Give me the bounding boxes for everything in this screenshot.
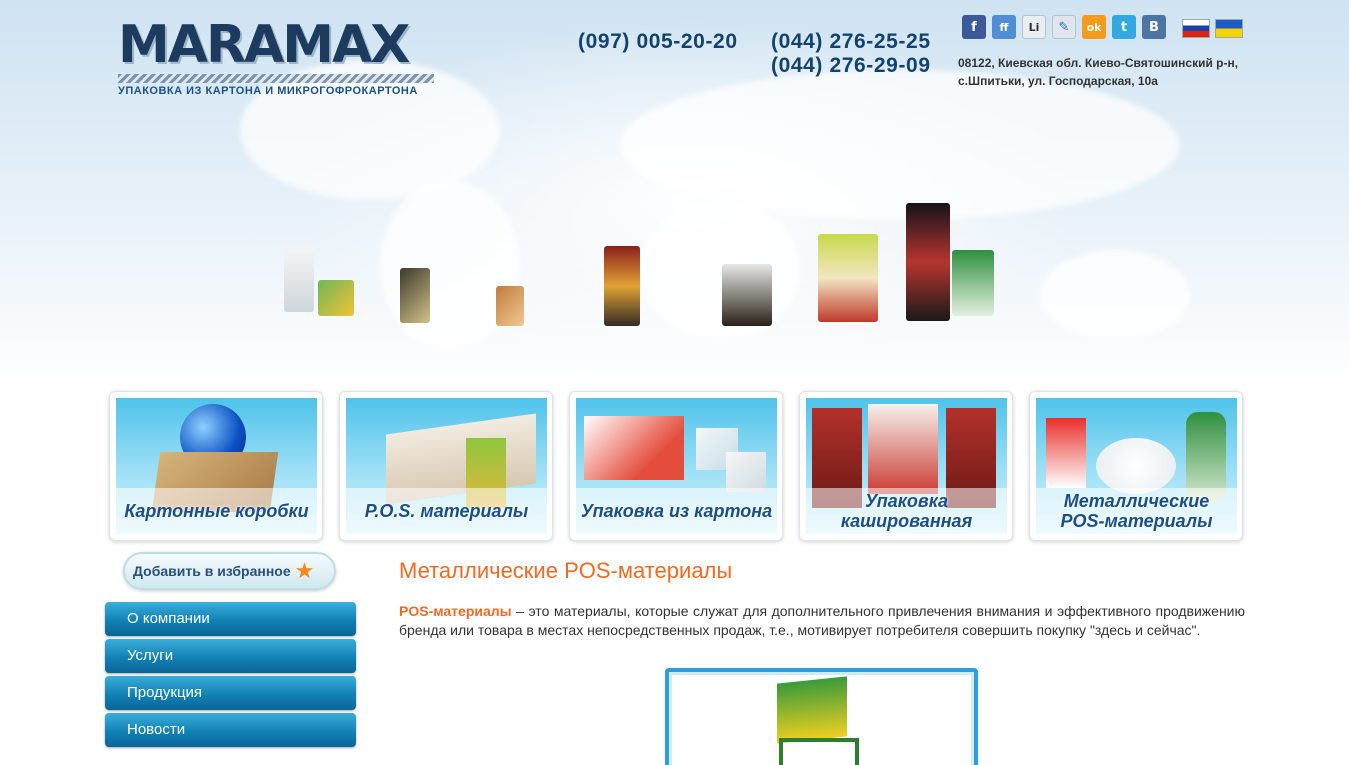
product-stand [779, 738, 859, 765]
livejournal-icon[interactable]: ✎ [1052, 15, 1076, 39]
category-pos-materials[interactable]: P.O.S. материалы [339, 391, 553, 541]
address-line-1: 08122, Киевская обл. Киево-Святошинский … [958, 56, 1239, 70]
odnoklassniki-icon[interactable]: ok [1082, 15, 1106, 39]
logo-wordmark: MARAMAX [118, 15, 410, 75]
friendfeed-icon[interactable]: ff [992, 15, 1016, 39]
phone-2: (044) 276-25-25 [771, 30, 931, 53]
facebook-icon[interactable]: f [962, 15, 986, 39]
address-line-2: с.Шпитьки, ул. Господарская, 10а [958, 74, 1158, 88]
phone-1: (097) 005-20-20 [578, 30, 738, 53]
display-product-3 [400, 268, 430, 323]
social-links: f ff Li ✎ ok t B [962, 15, 1166, 39]
logo-stripe [118, 74, 434, 83]
language-switcher [1182, 19, 1243, 38]
logo-subtitle: УПАКОВКА ИЗ КАРТОНА И МИКРОГОФРОКАРТОНА [118, 85, 418, 97]
sidebar-nav: О компании Услуги Продукция Новости [105, 602, 356, 750]
company-address: 08122, Киевская обл. Киево-Святошинский … [958, 54, 1238, 90]
intro-paragraph: POS-материалы – это материалы, которые с… [399, 602, 1245, 640]
category-image: Упаковка из картона [576, 398, 777, 534]
category-label: Картонные коробки [116, 488, 317, 534]
category-label: Металлические POS-материалы [1036, 488, 1237, 534]
display-product-2 [318, 280, 354, 316]
category-metal-pos-materials[interactable]: Металлические POS-материалы [1029, 391, 1243, 541]
display-product-1 [284, 250, 314, 312]
category-image: Упаковка кашированная [806, 398, 1007, 534]
display-product-9 [952, 250, 994, 316]
category-image: Металлические POS-материалы [1036, 398, 1237, 534]
phone-3: (044) 276-29-09 [771, 54, 931, 77]
category-label: Упаковка кашированная [806, 488, 1007, 534]
display-product-6 [722, 264, 772, 326]
product-image-frame [665, 668, 978, 765]
nav-item-about[interactable]: О компании [105, 602, 356, 636]
page-title: Металлические POS-материалы [399, 558, 733, 583]
display-product-5 [604, 246, 640, 326]
nav-item-products[interactable]: Продукция [105, 676, 356, 710]
display-product-8 [906, 203, 950, 321]
nav-item-news[interactable]: Новости [105, 713, 356, 747]
intro-text: – это материалы, которые служат для допо… [399, 603, 1245, 638]
add-to-favorites-label: Добавить в избранное [133, 563, 291, 579]
category-laminated-packaging[interactable]: Упаковка кашированная [799, 391, 1013, 541]
category-label: P.O.S. материалы [346, 488, 547, 534]
category-image: P.O.S. материалы [346, 398, 547, 534]
product-image [777, 676, 847, 744]
category-banners: Картонные коробки P.O.S. материалы Упако… [109, 391, 1243, 541]
add-to-favorites-button[interactable]: Добавить в избранное ★ [123, 552, 336, 590]
intro-term: POS-материалы [399, 603, 512, 619]
twitter-icon[interactable]: t [1112, 15, 1136, 39]
star-icon: ★ [294, 558, 315, 583]
category-cardboard-boxes[interactable]: Картонные коробки [109, 391, 323, 541]
linkedin-icon[interactable]: Li [1022, 15, 1046, 39]
ukrainian-flag-icon[interactable] [1215, 19, 1243, 38]
category-image: Картонные коробки [116, 398, 317, 534]
nav-item-services[interactable]: Услуги [105, 639, 356, 673]
site-logo[interactable]: MARAMAX УПАКОВКА ИЗ КАРТОНА И МИКРОГОФРО… [118, 15, 436, 97]
category-label: Упаковка из картона [576, 488, 777, 534]
category-cardboard-packaging[interactable]: Упаковка из картона [569, 391, 783, 541]
display-product-7 [818, 234, 878, 322]
display-product-4 [496, 286, 524, 326]
vkontakte-icon[interactable]: B [1142, 15, 1166, 39]
russian-flag-icon[interactable] [1182, 19, 1210, 38]
